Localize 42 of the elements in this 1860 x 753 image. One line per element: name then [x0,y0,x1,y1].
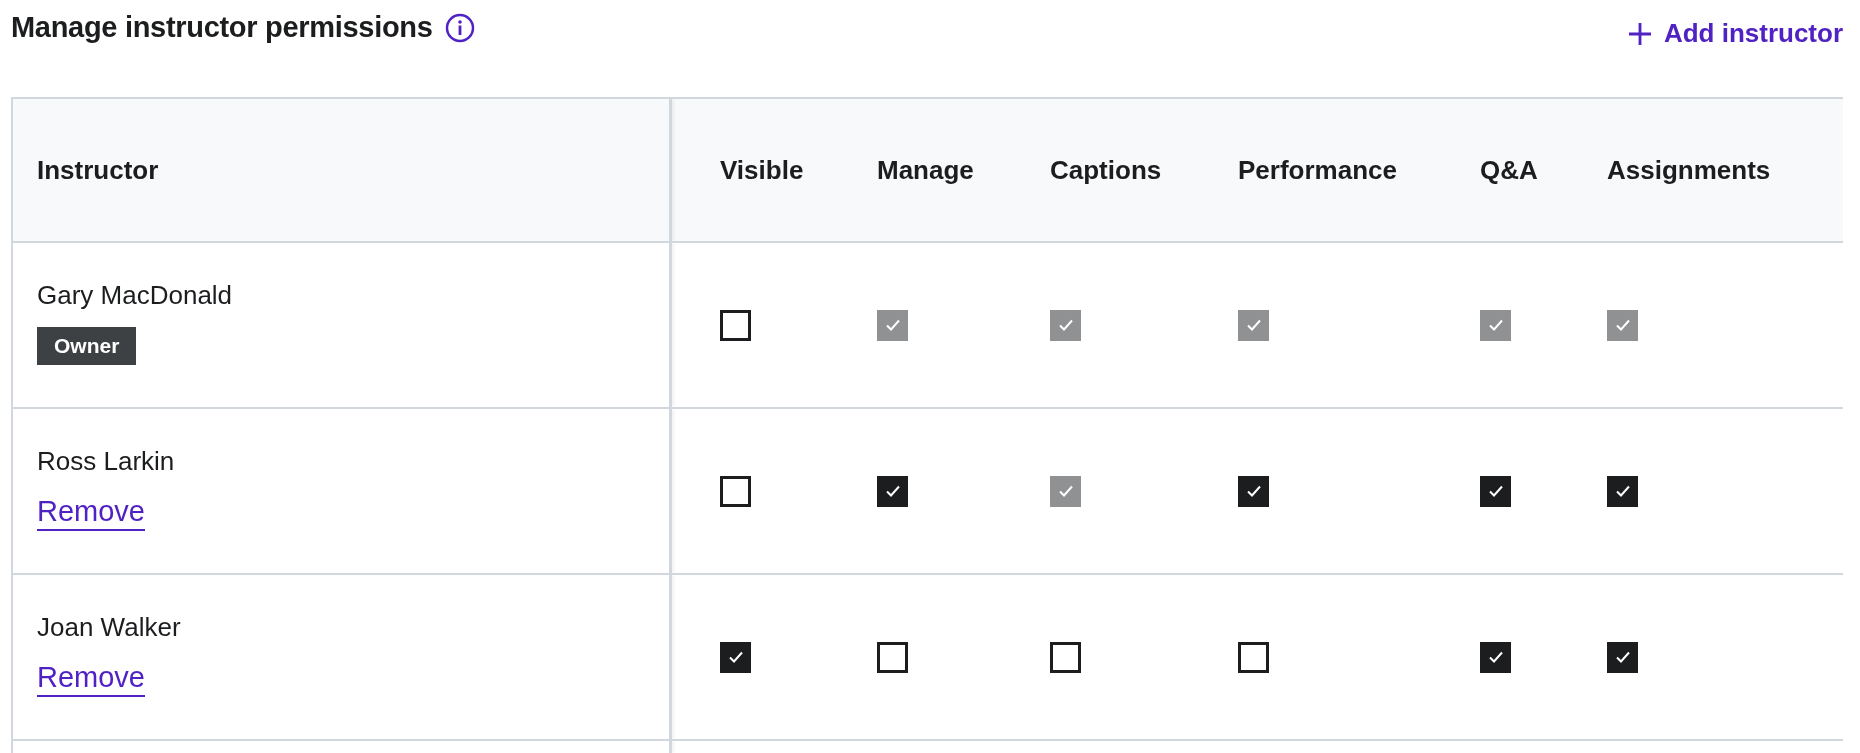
check-icon [727,651,744,663]
checkbox[interactable] [1050,641,1081,673]
add-instructor-button[interactable]: Add instructor [1627,18,1843,49]
check-icon [1614,319,1631,331]
check-icon [1057,485,1074,497]
check-icon [884,485,901,497]
checkbox[interactable] [877,475,908,507]
checkbox[interactable] [1607,475,1638,507]
check-icon [1487,319,1504,331]
owner-badge: Owner [37,327,137,365]
check-icon [1245,485,1262,497]
checkbox[interactable] [1607,641,1638,673]
remove-link[interactable]: Remove [37,661,145,694]
checkbox[interactable] [1238,641,1269,673]
column-header: Visible [720,154,804,186]
checkbox[interactable] [720,309,751,341]
column-header: Captions [1050,154,1162,186]
checkbox[interactable] [720,641,751,673]
column-header: Q&A [1480,154,1538,186]
check-icon [1487,651,1504,663]
column-header: Performance [1238,154,1397,186]
check-icon [1057,319,1074,331]
check-icon [1614,485,1631,497]
instructor-name: Ross Larkin [37,446,175,477]
instructor-name: Joan Walker [37,612,181,643]
check-icon [1245,319,1262,331]
checkbox[interactable] [1480,641,1511,673]
info-icon[interactable] [444,12,475,43]
column-header: Instructor [37,154,159,186]
remove-link[interactable]: Remove [37,495,145,528]
plus-icon [1627,21,1652,46]
checkbox[interactable] [720,475,751,507]
check-icon [1487,485,1504,497]
checkbox[interactable] [1238,475,1269,507]
checkbox[interactable] [877,641,908,673]
checkbox[interactable] [1480,475,1511,507]
check-icon [884,319,901,331]
check-icon [1614,651,1631,663]
column-header: Manage [877,154,974,186]
column-header: Assignments [1607,154,1771,186]
instructor-name: Gary MacDonald [37,280,233,311]
page-title: Manage instructor permissions [11,11,433,44]
